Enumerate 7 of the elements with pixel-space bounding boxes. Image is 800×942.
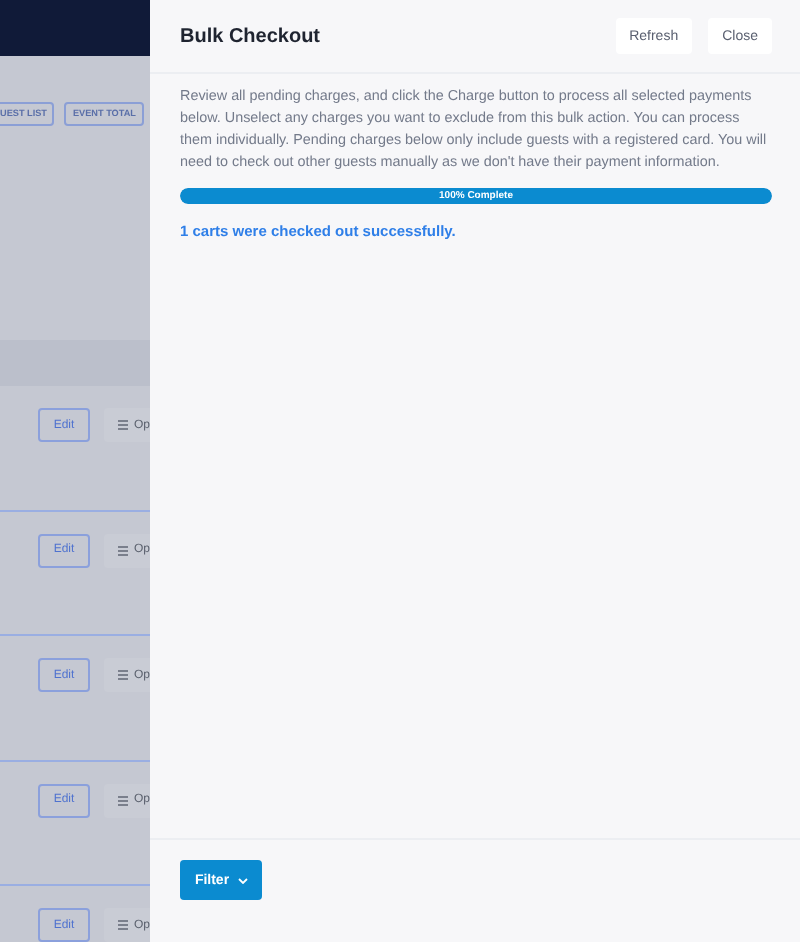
menu-icon bbox=[118, 795, 128, 805]
menu-icon bbox=[118, 920, 128, 930]
menu-icon bbox=[118, 545, 128, 555]
menu-icon bbox=[118, 420, 128, 430]
drawer-title: Bulk Checkout bbox=[180, 25, 321, 47]
menu-icon bbox=[118, 670, 128, 680]
chevron-down-icon bbox=[237, 877, 248, 883]
